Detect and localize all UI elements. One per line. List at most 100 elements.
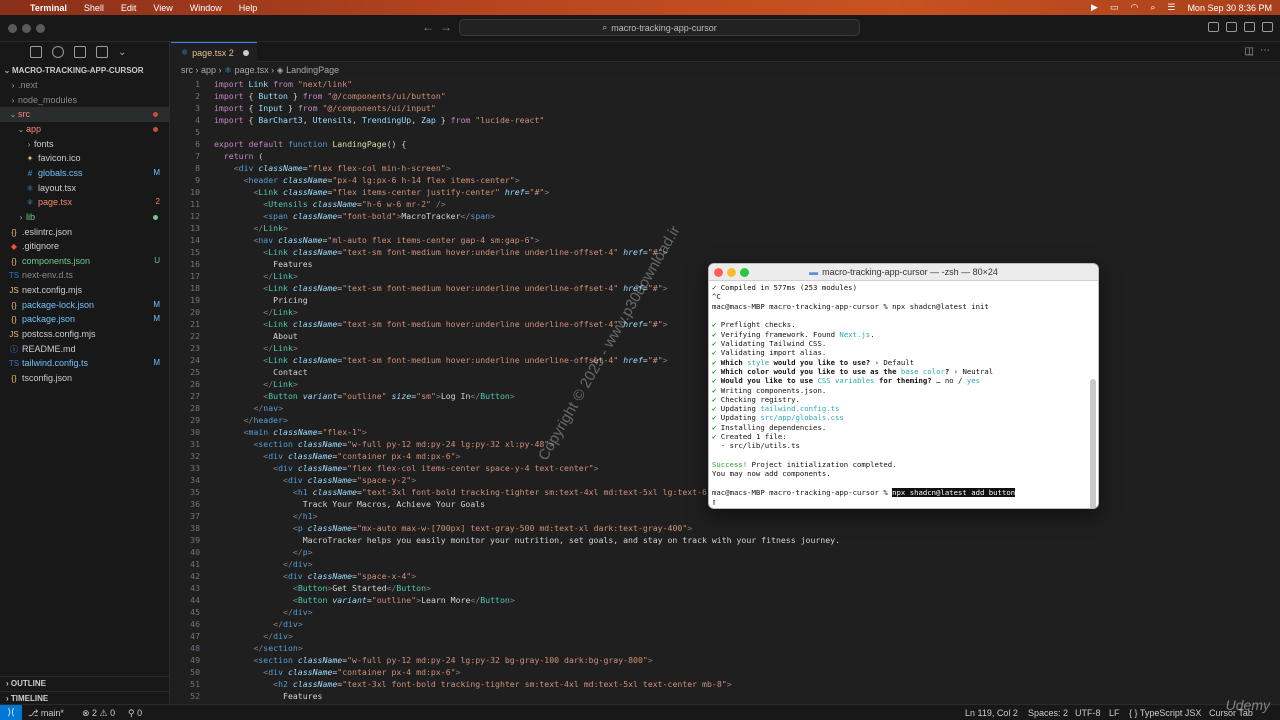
tree-item[interactable]: ⌄ src [0,107,170,122]
code-line[interactable]: </div> [214,607,313,617]
code-line[interactable]: import Link from "next/link" [214,79,352,89]
ports-indicator[interactable]: ⚲ 0 [128,708,142,719]
code-line[interactable]: </h1> [214,511,318,521]
control-center-icon[interactable]: ☰ [1167,2,1175,13]
arrow-left-icon[interactable]: ← [422,20,434,34]
cursor-position[interactable]: Ln 119, Col 2 [965,708,1018,718]
code-line[interactable]: Pricing [214,295,308,305]
terminal-window[interactable]: ▬ macro-tracking-app-cursor — -zsh — 80×… [708,263,1099,509]
code-line[interactable]: <Link className="flex items-center justi… [214,187,549,197]
tree-item[interactable]: › fonts [0,137,170,152]
unsaved-dot-icon[interactable] [242,49,249,56]
code-line[interactable]: </Link> [214,343,298,353]
tree-item[interactable]: ✦ favicon.ico [0,151,170,166]
outline-section-header[interactable]: › OUTLINE [0,676,170,690]
breadcrumb-app[interactable]: app [201,65,216,75]
code-line[interactable]: import { Button } from "@/components/ui/… [214,91,446,101]
code-line[interactable]: </Link> [214,223,288,233]
tree-item[interactable]: {} package.json M [0,312,170,327]
tree-item[interactable]: JS postcss.config.mjs [0,327,170,342]
spotlight-search-icon[interactable]: ⌕ [1150,2,1155,13]
battery-icon[interactable]: ▭ [1110,2,1119,13]
code-line[interactable]: <div className="space-x-4"> [214,571,416,581]
toggle-panel-icon[interactable] [1226,22,1237,32]
terminal-title-bar[interactable]: ▬ macro-tracking-app-cursor — -zsh — 80×… [709,264,1098,281]
tree-item[interactable]: TS next-env.d.ts [0,268,170,283]
tree-item[interactable]: JS next.config.mjs [0,283,170,298]
close-window-button[interactable] [8,24,17,33]
code-line[interactable]: Features [214,691,322,701]
wifi-icon[interactable]: ◠ [1130,2,1138,13]
arrow-right-icon[interactable]: → [440,20,452,34]
menu-window[interactable]: Window [190,3,222,13]
code-line[interactable]: <h2 className="text-3xl font-bold tracki… [214,679,731,689]
code-line[interactable]: <div className="container px-4 md:px-6"> [214,451,460,461]
code-line[interactable]: import { Input } from "@/components/ui/i… [214,103,436,113]
code-line[interactable]: <div className="flex flex-col items-cent… [214,463,598,473]
code-line[interactable]: <Link className="text-sm font-medium hov… [214,319,667,329]
indentation[interactable]: Spaces: 2 [1028,708,1068,718]
code-line[interactable]: <section className="w-full py-12 md:py-2… [214,655,652,665]
terminal-close-button[interactable] [714,268,723,277]
tree-item[interactable]: › lib [0,210,170,225]
tree-item[interactable]: # globals.css M [0,166,170,181]
terminal-minimize-button[interactable] [727,268,736,277]
zoom-window-button[interactable] [36,24,45,33]
encoding[interactable]: UTF-8 [1075,708,1101,718]
code-line[interactable]: Track Your Macros, Achieve Your Goals [214,499,485,509]
command-center-search[interactable]: ⌕ macro-tracking-app-cursor [459,19,860,36]
code-line[interactable]: <Button>Get Started</Button> [214,583,431,593]
timeline-section-header[interactable]: › TIMELINE [0,691,170,705]
search-icon[interactable] [52,46,64,58]
menu-shell[interactable]: Shell [84,3,104,13]
code-line[interactable]: </div> [214,631,293,641]
code-line[interactable]: <header className="px-4 lg:px-6 h-14 fle… [214,175,520,185]
code-line[interactable]: <p className="mx-auto max-w-[700px] text… [214,523,692,533]
language-mode[interactable]: { } TypeScript JSX [1129,708,1201,718]
tree-item[interactable]: {} .eslintrc.json [0,225,170,240]
code-line[interactable]: <Button variant="outline">Learn More</Bu… [214,595,515,605]
tree-item[interactable]: ⌄ app [0,122,170,137]
scrollbar-thumb[interactable] [1090,379,1096,508]
code-line[interactable]: </section> [214,643,302,653]
chevron-down-icon[interactable]: ⌄ [118,47,126,58]
code-line[interactable]: import { BarChart3, Utensils, TrendingUp… [214,115,544,125]
terminal-zoom-button[interactable] [740,268,749,277]
toggle-secondary-sidebar-icon[interactable] [1244,22,1255,32]
remote-icon[interactable]: ⟩⟨ [0,705,22,720]
code-line[interactable]: <div className="container px-4 md:px-6"> [214,667,460,677]
minimize-window-button[interactable] [22,24,31,33]
code-line[interactable]: </nav> [214,403,283,413]
tab-page-tsx[interactable]: ⚛ page.tsx 2 [171,42,257,62]
tree-item[interactable]: ⚛ page.tsx 2 [0,195,170,210]
code-line[interactable]: </Link> [214,307,298,317]
code-line[interactable]: return ( [214,151,263,161]
menu-help[interactable]: Help [239,3,258,13]
play-icon[interactable]: ▶ [1091,2,1098,13]
customize-layout-icon[interactable] [1262,22,1273,32]
code-line[interactable]: </div> [214,559,313,569]
tree-item[interactable]: ⓘ README.md [0,342,170,357]
breadcrumb-symbol[interactable]: LandingPage [286,65,339,75]
line-ending[interactable]: LF [1109,708,1120,718]
code-line[interactable]: <main className="flex-1"> [214,427,367,437]
breadcrumb-file[interactable]: page.tsx [235,65,269,75]
tree-item[interactable]: ◆ .gitignore [0,239,170,254]
source-control-icon[interactable] [74,46,86,58]
code-line[interactable]: <div className="space-y-2"> [214,475,416,485]
breadcrumb-src[interactable]: src [181,65,193,75]
code-line[interactable]: <div className="flex flex-col min-h-scre… [214,163,451,173]
tree-item[interactable]: {} package-lock.json M [0,298,170,313]
terminal-scrollbar[interactable] [1090,284,1096,508]
code-line[interactable]: <Link className="text-sm font-medium hov… [214,283,667,293]
more-actions-icon[interactable]: ⋯ [1260,45,1270,56]
code-line[interactable]: </Link> [214,379,298,389]
code-line[interactable]: export default function LandingPage() { [214,139,406,149]
code-line[interactable]: Contact [214,367,308,377]
code-line[interactable]: Features [214,259,312,269]
code-line[interactable]: MacroTracker helps you easily monitor yo… [214,535,840,545]
problems-indicator[interactable]: ⊗ 2 ⚠ 0 [82,708,115,719]
code-line[interactable]: </p> [214,547,313,557]
code-line[interactable]: <h1 className="text-3xl font-bold tracki… [214,487,707,497]
files-icon[interactable] [30,46,42,58]
